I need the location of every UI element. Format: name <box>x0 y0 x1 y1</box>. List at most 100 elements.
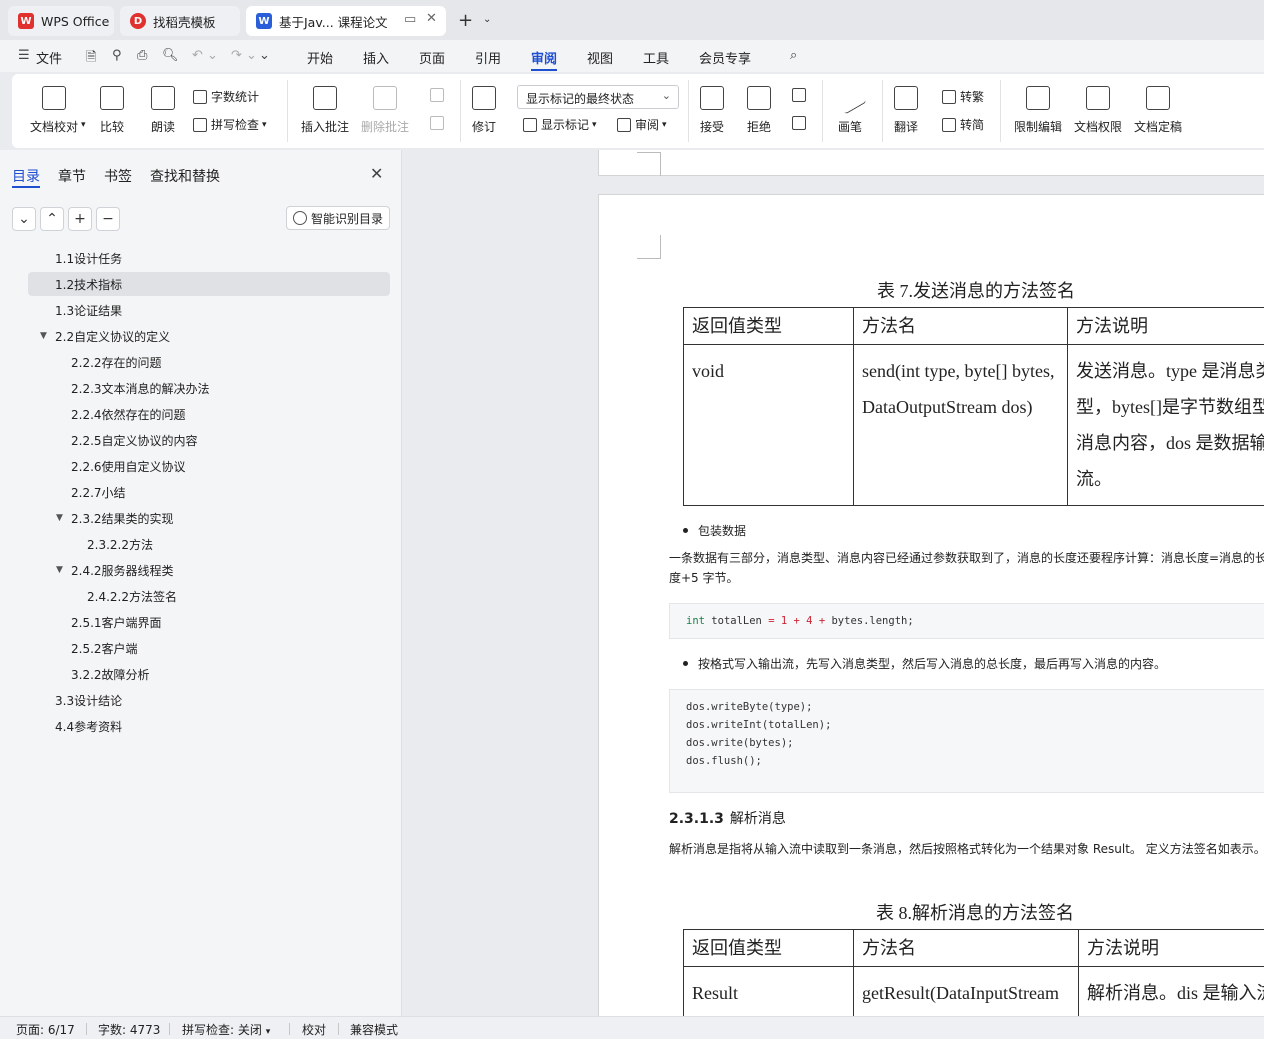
toc-item-label: 2.5.2客户端 <box>71 641 138 656</box>
collapse-toggle-icon[interactable]: ▼ <box>40 331 47 341</box>
toc-item[interactable]: 2.2.3文本消息的解决办法 <box>71 376 210 400</box>
share-icon[interactable]: ⚲ <box>112 48 122 63</box>
menu-member[interactable]: 会员专享 <box>699 48 751 67</box>
translate-button[interactable]: 翻译 <box>894 86 918 135</box>
word-count-indicator[interactable]: 字数: 4773 <box>98 1021 160 1038</box>
collapse-toggle-icon[interactable]: ▼ <box>56 513 63 523</box>
compare-button[interactable]: 比较 <box>100 86 124 135</box>
toc-item[interactable]: 2.2.4依然存在的问题 <box>71 402 186 426</box>
smart-toc-icon <box>292 211 307 225</box>
toc-item-label: 2.2.2存在的问题 <box>71 355 162 370</box>
undo-icon[interactable]: ↶ ⌄ <box>192 48 218 63</box>
collapse-toggle-icon[interactable]: ▼ <box>56 565 63 575</box>
doc-rights-button[interactable]: 文档权限 <box>1074 86 1122 135</box>
redo-icon[interactable]: ↷ ⌄ <box>231 48 257 63</box>
pen-button[interactable]: 画笔 <box>833 81 867 135</box>
add-toc-button[interactable]: + <box>68 207 92 231</box>
prev-comment-icon[interactable] <box>430 88 448 102</box>
menu-file[interactable]: 文件 <box>36 48 62 67</box>
save-icon[interactable]: 🗎 <box>86 48 96 70</box>
restrict-edit-button[interactable]: 限制编辑 <box>1014 86 1062 135</box>
prev-change-icon[interactable] <box>792 88 810 102</box>
page-indicator[interactable]: 页面: 6/17 <box>16 1021 75 1038</box>
insert-comment-button[interactable]: 插入批注 <box>301 86 349 135</box>
menu-review[interactable]: 审阅 <box>531 48 557 67</box>
tab-document[interactable]: W 基于Jav... 课程论文 ▭ ✕ <box>246 6 446 36</box>
tab-wps-office[interactable]: W WPS Office <box>8 6 114 36</box>
toc-item[interactable]: 2.2自定义协议的定义 <box>55 324 170 348</box>
expand-all-button[interactable]: ⌄ <box>12 207 36 231</box>
wps-logo-icon: W <box>18 13 34 29</box>
to-traditional-button[interactable]: 转繁 <box>942 88 984 105</box>
review-pane-button[interactable]: 审阅 ▾ <box>617 116 667 133</box>
doc-proof-button[interactable]: 文档校对 <box>30 86 78 135</box>
chevron-down-icon: ▾ <box>262 119 267 130</box>
hamburger-icon[interactable]: ☰ <box>18 48 30 63</box>
toc-item[interactable]: 2.3.2.2方法 <box>87 532 153 556</box>
toc-item[interactable]: 3.3设计结论 <box>55 688 122 712</box>
collapse-button[interactable]: ⌃ <box>40 207 64 231</box>
tab-docer-templates[interactable]: D 找稻壳模板 <box>120 6 240 36</box>
next-change-icon[interactable] <box>792 116 810 130</box>
tab-bookmarks[interactable]: 书签 <box>104 166 132 186</box>
toc-item[interactable]: 3.2.2故障分析 <box>71 662 150 686</box>
close-icon[interactable]: ✕ <box>370 164 383 183</box>
toc-item[interactable]: 2.4.2.2方法签名 <box>87 584 177 608</box>
menu-start[interactable]: 开始 <box>307 48 333 67</box>
toc-item[interactable]: 2.4.2服务器线程类 <box>71 558 174 582</box>
more-icon[interactable]: ⌄ <box>259 48 270 63</box>
to-simplified-button[interactable]: 转简 <box>942 116 984 133</box>
toc-item-label: 2.2.6使用自定义协议 <box>71 459 186 474</box>
remove-toc-button[interactable]: − <box>96 207 120 231</box>
delete-comment-button[interactable]: 删除批注 <box>361 86 409 135</box>
proof-indicator[interactable]: 校对 <box>302 1021 326 1038</box>
table-caption: 表 8.解析消息的方法签名 <box>876 903 1074 923</box>
revise-button[interactable]: 修订 <box>472 86 496 135</box>
word-count-button[interactable]: 字数统计 <box>193 88 259 105</box>
window-float-icon[interactable]: ▭ <box>404 12 416 27</box>
toc-item[interactable]: 2.5.1客户端界面 <box>71 610 162 634</box>
menu-insert[interactable]: 插入 <box>363 48 389 67</box>
tab-sections[interactable]: 章节 <box>58 166 86 186</box>
next-comment-icon[interactable] <box>430 116 448 130</box>
code-line: dos.flush(); <box>686 755 762 767</box>
status-separator <box>169 1023 170 1035</box>
print-preview-icon[interactable]: 🔍︎ <box>162 48 179 63</box>
menu-tools[interactable]: 工具 <box>643 48 669 67</box>
toc-item[interactable]: 1.3论证结果 <box>55 298 122 322</box>
tab-toc[interactable]: 目录 <box>12 166 40 186</box>
tab-find-replace[interactable]: 查找和替换 <box>150 166 220 186</box>
toc-item[interactable]: 2.2.6使用自定义协议 <box>71 454 186 478</box>
print-icon[interactable]: ⎙ <box>137 48 147 63</box>
chevron-down-icon: ⌄ <box>661 89 671 102</box>
new-tab-button[interactable]: + <box>458 10 473 31</box>
toc-item[interactable]: 2.2.7小结 <box>71 480 126 504</box>
accept-button[interactable]: 接受 <box>700 86 724 135</box>
toc-item[interactable]: 4.4参考资料 <box>55 714 122 738</box>
menu-view[interactable]: 视图 <box>587 48 613 67</box>
insert-comment-icon <box>313 86 337 110</box>
read-aloud-button[interactable]: 朗读 <box>151 86 175 135</box>
menu-page[interactable]: 页面 <box>419 48 445 67</box>
reject-button[interactable]: 拒绝 <box>747 86 771 135</box>
show-markup-icon <box>523 117 537 132</box>
markup-state-select[interactable]: 显示标记的最终状态 ⌄ <box>517 85 679 109</box>
search-icon[interactable]: ⌕ <box>790 48 797 63</box>
show-markup-button[interactable]: 显示标记 ▾ <box>523 116 597 133</box>
close-icon[interactable]: ✕ <box>426 11 437 26</box>
smart-toc-button[interactable]: 智能识别目录 <box>286 206 390 230</box>
spell-check-indicator[interactable]: 拼写检查: 关闭 ▾ <box>182 1021 270 1038</box>
menu-reference[interactable]: 引用 <box>475 48 501 67</box>
table-cell: 解析消息。dis 是输入流 <box>1078 966 1264 1016</box>
toc-item[interactable]: 1.2技术指标 <box>28 272 390 296</box>
toc-item[interactable]: 2.2.2存在的问题 <box>71 350 162 374</box>
spell-check-button[interactable]: 拼写检查 ▾ <box>193 116 267 133</box>
doc-finalize-button[interactable]: 文档定稿 <box>1134 86 1182 135</box>
chevron-down-icon[interactable]: ⌄ <box>483 14 491 25</box>
compat-mode-indicator: 兼容模式 <box>350 1023 399 1037</box>
toc-item[interactable]: 2.2.5自定义协议的内容 <box>71 428 198 452</box>
toc-item[interactable]: 2.5.2客户端 <box>71 636 138 660</box>
toc-item[interactable]: 2.3.2结果类的实现 <box>71 506 174 530</box>
toc-item[interactable]: 1.1设计任务 <box>55 246 122 270</box>
insert-comment-label: 插入批注 <box>301 120 350 134</box>
